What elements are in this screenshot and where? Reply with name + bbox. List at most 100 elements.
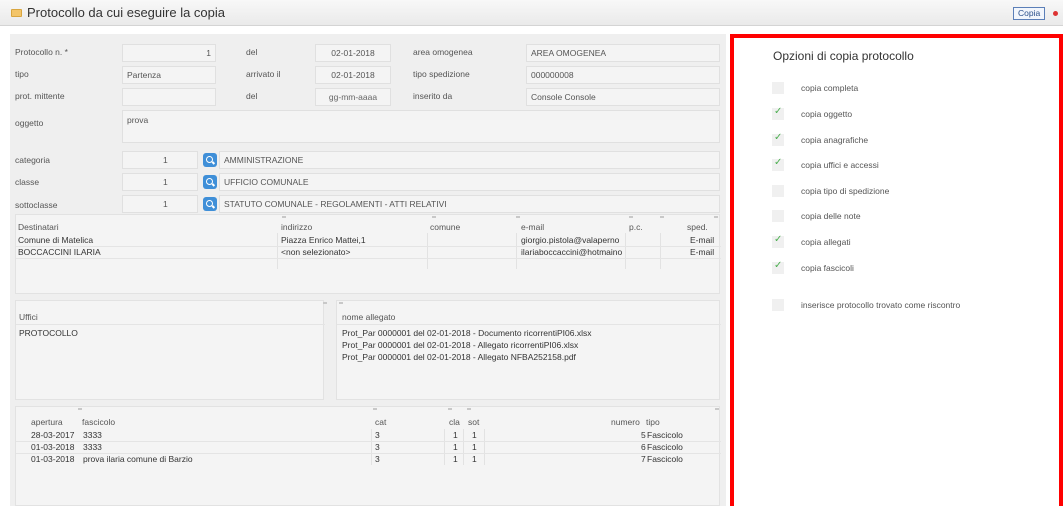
check-icon: ✓ — [774, 260, 783, 271]
row-divider — [16, 441, 721, 442]
area-field[interactable]: AREA OMOGENEA — [526, 44, 720, 62]
option-checkbox[interactable] — [772, 210, 784, 222]
pc-header[interactable]: p.c. — [629, 222, 643, 232]
inserito-field[interactable]: Console Console — [526, 88, 720, 106]
sottoclasse-code-field[interactable]: 1 — [122, 195, 198, 213]
apertura-header[interactable]: apertura — [31, 417, 63, 427]
resize-handle[interactable] — [715, 408, 719, 410]
tipo-label: tipo — [15, 69, 29, 79]
option-checkbox[interactable]: ✓ — [772, 106, 784, 120]
spedizione-label: tipo spedizione — [413, 69, 470, 79]
allegato-header[interactable]: nome allegato — [342, 312, 395, 322]
resize-handle[interactable] — [467, 408, 471, 410]
row-divider — [337, 324, 721, 325]
destinatario-address: <non selezionato> — [281, 247, 351, 257]
allegato-item[interactable]: Prot_Par 0000001 del 02-01-2018 - Allega… — [342, 352, 576, 362]
del-label: del — [246, 47, 258, 57]
column-divider — [277, 233, 278, 269]
destinatario-email: giorgio.pistola@valaperno — [521, 235, 620, 245]
fascicolo-numero: 6 — [641, 442, 646, 452]
check-icon: ✓ — [774, 234, 783, 245]
fascicolo-header[interactable]: fascicolo — [82, 417, 115, 427]
row-divider — [16, 324, 325, 325]
classe-code-field[interactable]: 1 — [122, 173, 198, 191]
indirizzo-header[interactable]: indirizzo — [281, 222, 312, 232]
column-divider — [427, 233, 428, 269]
option-checkbox[interactable]: ✓ — [772, 157, 784, 171]
destinatario-name: Comune di Matelica — [18, 235, 94, 245]
spedizione-field[interactable]: 000000008 — [526, 66, 720, 84]
resize-handle[interactable] — [629, 216, 633, 218]
del2-date-field[interactable]: gg-mm-aaaa — [315, 88, 391, 106]
copy-button[interactable]: Copia — [1013, 7, 1046, 20]
fascicolo-cat: 3 — [375, 430, 380, 440]
column-divider — [444, 429, 445, 465]
cla-header[interactable]: cla — [449, 417, 460, 427]
mittente-field[interactable] — [122, 88, 216, 106]
uffici-header[interactable]: Uffici — [19, 312, 38, 322]
del-date-field[interactable]: 02-01-2018 — [315, 44, 391, 62]
sot-header[interactable]: sot — [468, 417, 479, 427]
classe-search-icon[interactable] — [203, 175, 217, 189]
classe-label: classe — [15, 177, 40, 187]
fascicolo-tipo: Fascicolo — [647, 442, 683, 452]
option-checkbox[interactable] — [772, 82, 784, 94]
option-label: copia allegati — [801, 237, 851, 247]
resize-handle[interactable] — [282, 216, 286, 218]
option-checkbox[interactable] — [772, 299, 784, 311]
destinatari-header[interactable]: Destinatari — [18, 222, 59, 232]
folder-icon — [11, 9, 22, 17]
fascicolo-apertura: 01-03-2018 — [31, 442, 75, 452]
classe-field[interactable]: UFFICIO COMUNALE — [219, 173, 720, 191]
destinatario-address: Piazza Enrico Mattei,1 — [281, 235, 366, 245]
resize-handle[interactable] — [323, 302, 327, 304]
option-checkbox[interactable] — [772, 185, 784, 197]
arrivato-date-field[interactable]: 02-01-2018 — [315, 66, 391, 84]
resize-handle[interactable] — [516, 216, 520, 218]
email-header[interactable]: e-mail — [521, 222, 544, 232]
resize-handle[interactable] — [78, 408, 82, 410]
check-icon: ✓ — [774, 132, 783, 143]
row-divider — [16, 258, 721, 259]
destinatario-sped: E-mail — [690, 247, 715, 257]
check-icon: ✓ — [774, 106, 783, 117]
allegato-item[interactable]: Prot_Par 0000001 del 02-01-2018 - Docume… — [342, 328, 591, 338]
categoria-field[interactable]: AMMINISTRAZIONE — [219, 151, 720, 169]
option-checkbox[interactable]: ✓ — [772, 132, 784, 146]
option-label: copia fascicoli — [801, 263, 854, 273]
ufficio-item[interactable]: PROTOCOLLO — [19, 328, 78, 338]
tipo-header[interactable]: tipo — [646, 417, 660, 427]
title-bar: Protocollo da cui eseguire la copia Copi… — [0, 0, 1063, 26]
allegato-item[interactable]: Prot_Par 0000001 del 02-01-2018 - Allega… — [342, 340, 578, 350]
resize-handle[interactable] — [373, 408, 377, 410]
destinatario-email: ilariaboccaccini@hotmaino — [521, 247, 623, 257]
fascicolo-cat: 3 — [375, 442, 380, 452]
inserito-label: inserito da — [413, 91, 453, 101]
column-divider — [463, 429, 464, 465]
oggetto-field[interactable]: prova — [122, 110, 720, 143]
column-divider — [484, 429, 485, 465]
cat-header[interactable]: cat — [375, 417, 386, 427]
sottoclasse-field[interactable]: STATUTO COMUNALE - REGOLAMENTI - ATTI RE… — [219, 195, 720, 213]
resize-handle[interactable] — [339, 302, 343, 304]
resize-handle[interactable] — [660, 216, 664, 218]
protocollo-field[interactable]: 1 — [122, 44, 216, 62]
comune-header[interactable]: comune — [430, 222, 460, 232]
fascicolo-sot: 1 — [472, 430, 477, 440]
resize-handle[interactable] — [448, 408, 452, 410]
sped-header[interactable]: sped. — [687, 222, 708, 232]
del2-label: del — [246, 91, 258, 101]
fascicolo-cat: 3 — [375, 454, 380, 464]
tipo-field[interactable]: Partenza — [122, 66, 216, 84]
resize-handle[interactable] — [432, 216, 436, 218]
resize-handle[interactable] — [714, 216, 718, 218]
option-checkbox[interactable]: ✓ — [772, 260, 784, 274]
categoria-code-field[interactable]: 1 — [122, 151, 198, 169]
option-checkbox[interactable]: ✓ — [772, 234, 784, 248]
categoria-label: categoria — [15, 155, 50, 165]
destinatari-table: Destinatari indirizzo comune e-mail p.c.… — [15, 214, 721, 294]
numero-header[interactable]: numero — [611, 417, 640, 427]
categoria-search-icon[interactable] — [203, 153, 217, 167]
sottoclasse-search-icon[interactable] — [203, 197, 217, 211]
mittente-label: prot. mittente — [15, 91, 65, 101]
